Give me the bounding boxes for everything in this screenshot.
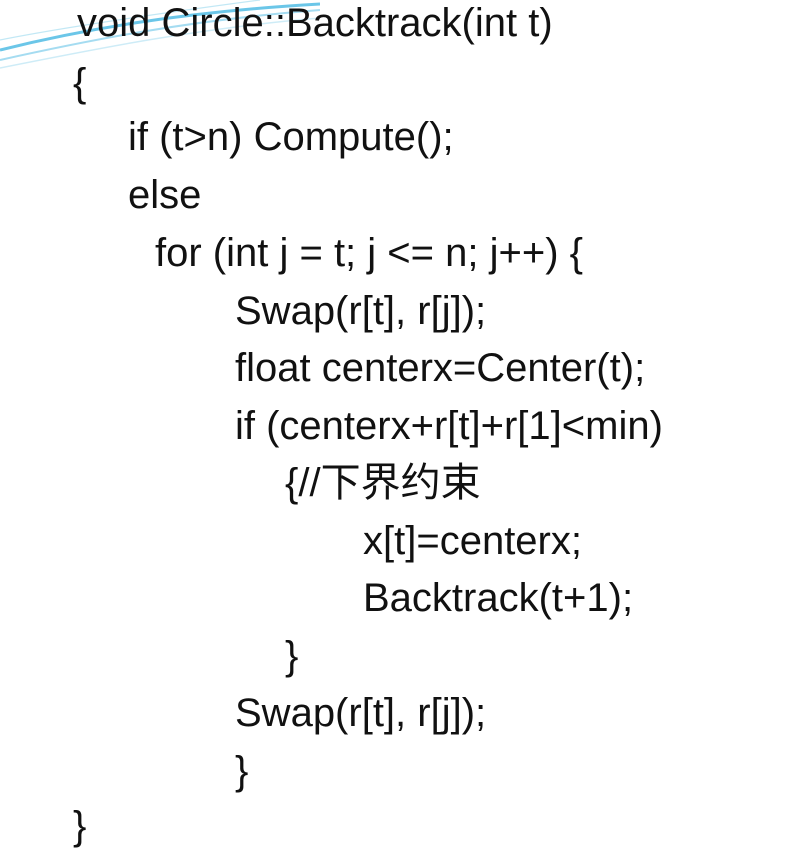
code-line-close-function-brace: } [73, 804, 87, 848]
code-line-if-min: if (centerx+r[t]+r[1]<min) [235, 404, 663, 448]
code-line-if-compute: if (t>n) Compute(); [128, 115, 454, 159]
code-line-open-brace: { [73, 61, 87, 105]
code-slide: void Circle::Backtrack(int t) { if (t>n)… [0, 0, 785, 856]
code-line-else: else [128, 173, 202, 217]
code-line-close-for-brace: } [235, 749, 249, 793]
code-line-comment-brace: {//下界约束 [285, 461, 481, 505]
code-line-for-loop: for (int j = t; j <= n; j++) { [155, 231, 583, 275]
code-line-float-centerx: float centerx=Center(t); [235, 346, 646, 390]
code-line-swap-second: Swap(r[t], r[j]); [235, 691, 487, 735]
code-line-function-signature: void Circle::Backtrack(int t) [77, 1, 553, 45]
code-line-recursive-call: Backtrack(t+1); [363, 576, 634, 620]
code-line-assign-x: x[t]=centerx; [363, 519, 582, 563]
code-line-close-inner-brace: } [285, 634, 299, 678]
code-line-swap-first: Swap(r[t], r[j]); [235, 289, 487, 333]
